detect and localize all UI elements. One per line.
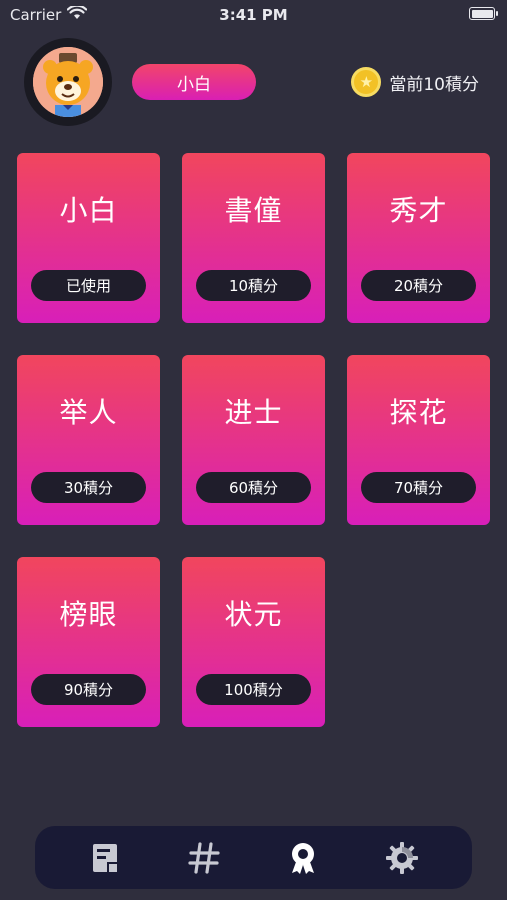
tab-hashtag[interactable] — [178, 832, 230, 884]
tab-medal[interactable] — [277, 832, 329, 884]
level-card-title: 秀才 — [389, 194, 448, 227]
level-card-cost: 10積分 — [196, 270, 311, 301]
document-icon — [92, 843, 117, 872]
battery-icon — [469, 7, 498, 20]
level-card-cost: 70積分 — [361, 472, 476, 503]
points-text: 當前10積分 — [389, 74, 479, 95]
cartoon-lion-avatar-icon — [33, 47, 103, 117]
level-card-cost: 20積分 — [361, 270, 476, 301]
level-card[interactable]: 进士 60積分 — [182, 355, 325, 525]
level-card-grid: 小白 已使用 書僮 10積分 秀才 20積分 举人 30積分 进士 60積分 探… — [17, 153, 491, 727]
tab-settings[interactable] — [376, 832, 428, 884]
status-bar: Carrier 3:41 PM — [0, 0, 507, 30]
level-card-title: 探花 — [389, 396, 448, 429]
level-card-cost: 90積分 — [31, 674, 146, 705]
tab-document[interactable] — [79, 832, 131, 884]
level-card-cost: 100積分 — [196, 674, 311, 705]
hashtag-icon — [188, 841, 220, 874]
level-card-title: 榜眼 — [59, 598, 118, 631]
level-card[interactable]: 小白 已使用 — [17, 153, 160, 323]
level-card-cost: 已使用 — [31, 270, 146, 301]
tab-bar — [35, 826, 472, 889]
avatar[interactable] — [24, 38, 112, 126]
level-card-title: 小白 — [59, 194, 118, 227]
level-card-cost: 30積分 — [31, 472, 146, 503]
level-card[interactable]: 榜眼 90積分 — [17, 557, 160, 727]
points-display: ★ 當前10積分 — [351, 66, 479, 98]
level-card[interactable]: 秀才 20積分 — [347, 153, 490, 323]
current-level-badge: 小白 — [132, 64, 256, 100]
gear-icon — [386, 841, 419, 874]
level-card-cost: 60積分 — [196, 472, 311, 503]
level-card-title: 进士 — [224, 396, 283, 429]
level-card[interactable]: 举人 30積分 — [17, 355, 160, 525]
level-card[interactable]: 書僮 10積分 — [182, 153, 325, 323]
level-card-title: 書僮 — [224, 194, 283, 227]
level-card-title: 状元 — [224, 598, 283, 631]
coin-icon: ★ — [351, 67, 382, 97]
app-screen: Carrier 3:41 PM 小白 ★ 當前10積分 小白 已使用 書僮 10… — [0, 0, 507, 900]
level-card[interactable]: 探花 70積分 — [347, 355, 490, 525]
level-card-title: 举人 — [59, 396, 118, 429]
status-time: 3:41 PM — [219, 6, 288, 24]
medal-icon — [292, 842, 315, 874]
level-card[interactable]: 状元 100積分 — [182, 557, 325, 727]
